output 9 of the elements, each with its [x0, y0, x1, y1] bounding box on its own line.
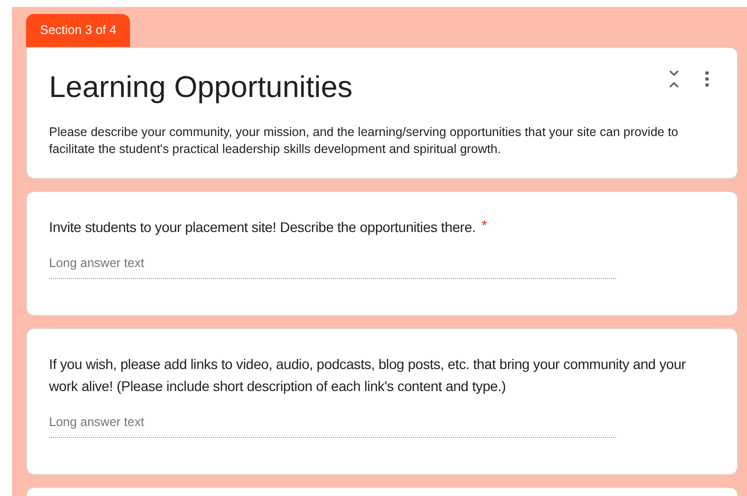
section-title: Learning Opportunities [49, 70, 353, 106]
more-options-icon[interactable] [705, 71, 709, 87]
answer-field[interactable]: Long answer text [49, 412, 616, 438]
required-mark: * [482, 216, 488, 235]
answer-field[interactable]: Long answer text [49, 254, 616, 279]
section-description: Please describe your community, your mission, and the learning/serving opportunities that your site can provide to facilitate the student's practical leadership skills development and spiritual growth. [49, 124, 680, 158]
question-text: If you wish, please add links to video, audio, podcasts, blog posts, etc. that bring your community and your work alive! (Please include short description of each link's content and type.) [49, 354, 687, 396]
collapse-icon[interactable] [669, 70, 679, 88]
question-text: Invite students to your placement site! Describe the opportunities there. [49, 218, 476, 237]
